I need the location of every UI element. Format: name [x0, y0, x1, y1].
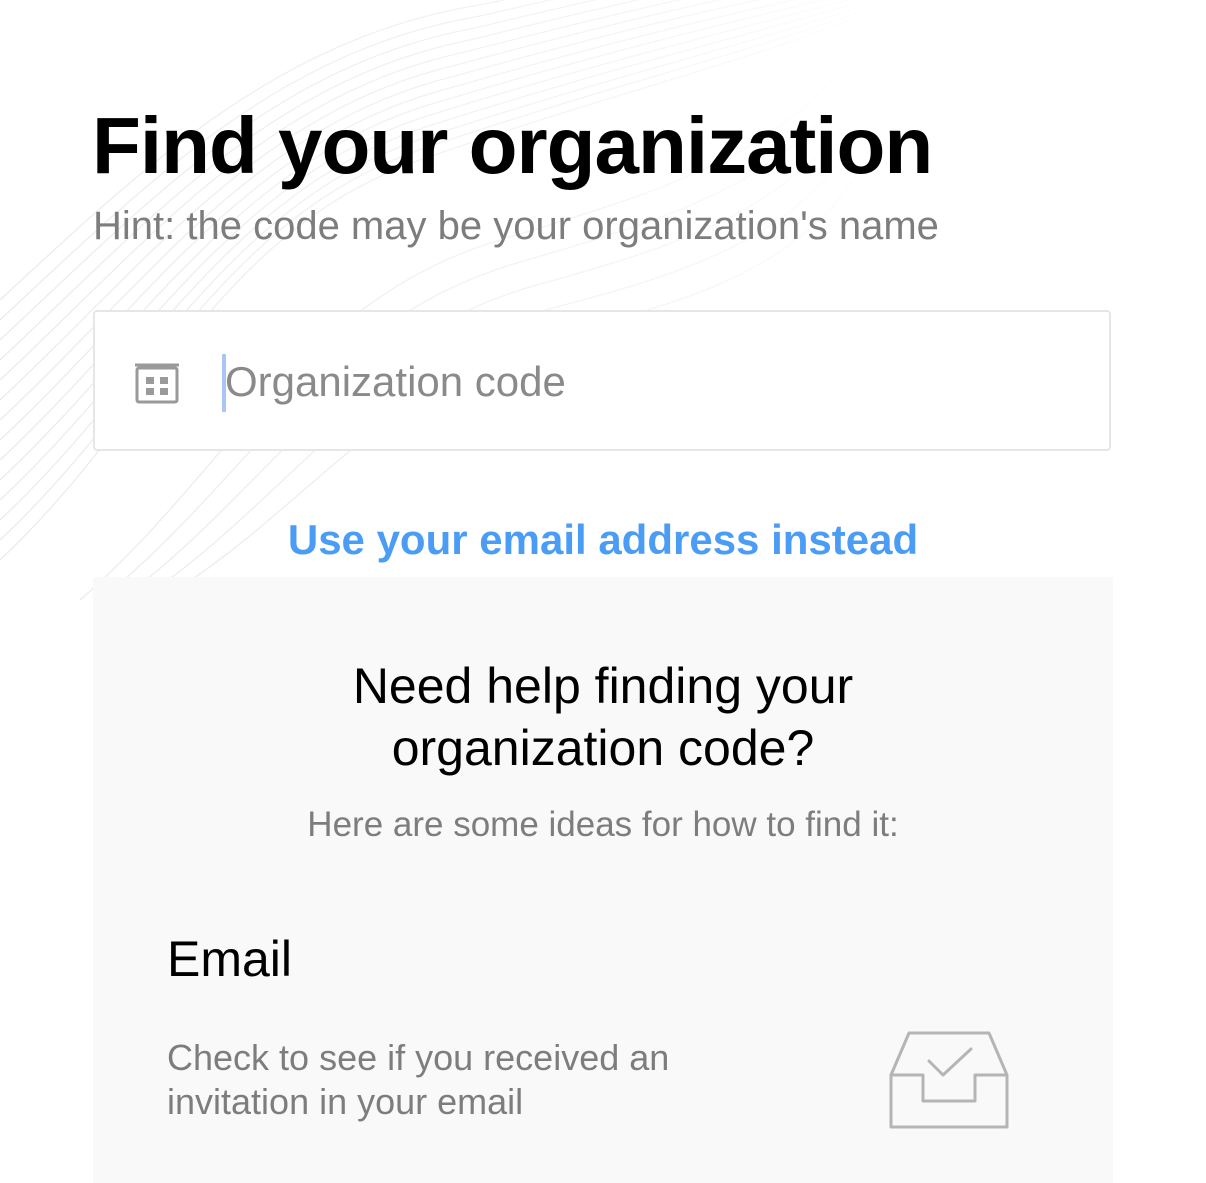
help-title-line1: Need help finding your	[352, 658, 854, 714]
help-title-line2: organization code?	[391, 720, 815, 776]
background-wave-pattern	[0, 0, 921, 600]
email-section-description: Check to see if you received an invitati…	[167, 1036, 807, 1124]
help-panel: Need help finding your organization code…	[93, 577, 1113, 1183]
inbox-check-icon	[889, 1031, 1009, 1129]
find-organization-page: Find your organization Hint: the code ma…	[0, 0, 1206, 1183]
page-title: Find your organization	[92, 101, 933, 190]
help-title: Need help finding your organization code…	[93, 655, 1113, 779]
help-subtitle: Here are some ideas for how to find it:	[307, 805, 899, 844]
use-email-instead-link[interactable]: Use your email address instead	[0, 512, 1206, 568]
email-description-line1: Check to see if you received an	[167, 1037, 670, 1078]
building-icon	[135, 363, 179, 404]
email-description-line2: invitation in your email	[167, 1081, 524, 1122]
organization-code-field[interactable]	[93, 310, 1111, 451]
email-section-heading: Email	[167, 931, 293, 987]
hint-text: Hint: the code may be your organization'…	[93, 204, 939, 248]
organization-code-input[interactable]	[221, 334, 1085, 430]
